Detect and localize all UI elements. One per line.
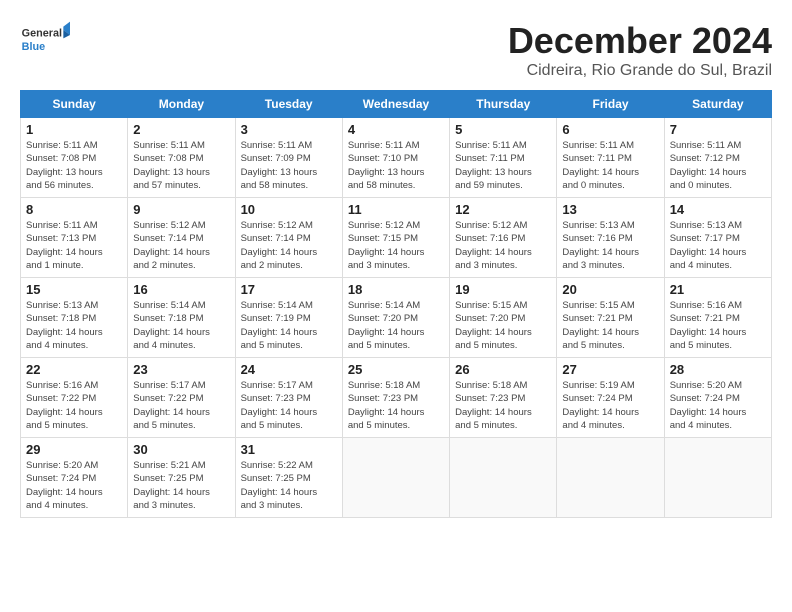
calendar-table: SundayMondayTuesdayWednesdayThursdayFrid… <box>20 90 772 518</box>
table-row: 15Sunrise: 5:13 AMSunset: 7:18 PMDayligh… <box>21 278 128 358</box>
table-row: 27Sunrise: 5:19 AMSunset: 7:24 PMDayligh… <box>557 358 664 438</box>
calendar-week-0: 1Sunrise: 5:11 AMSunset: 7:08 PMDaylight… <box>21 118 772 198</box>
calendar-week-4: 29Sunrise: 5:20 AMSunset: 7:24 PMDayligh… <box>21 438 772 518</box>
table-row <box>557 438 664 518</box>
table-row: 16Sunrise: 5:14 AMSunset: 7:18 PMDayligh… <box>128 278 235 358</box>
table-row: 13Sunrise: 5:13 AMSunset: 7:16 PMDayligh… <box>557 198 664 278</box>
table-row: 9Sunrise: 5:12 AMSunset: 7:14 PMDaylight… <box>128 198 235 278</box>
table-row: 14Sunrise: 5:13 AMSunset: 7:17 PMDayligh… <box>664 198 771 278</box>
page-header: General Blue December 2024 Cidreira, Rio… <box>20 20 772 80</box>
table-row: 24Sunrise: 5:17 AMSunset: 7:23 PMDayligh… <box>235 358 342 438</box>
table-row: 26Sunrise: 5:18 AMSunset: 7:23 PMDayligh… <box>450 358 557 438</box>
table-row: 18Sunrise: 5:14 AMSunset: 7:20 PMDayligh… <box>342 278 449 358</box>
location: Cidreira, Rio Grande do Sul, Brazil <box>508 62 772 80</box>
calendar-week-1: 8Sunrise: 5:11 AMSunset: 7:13 PMDaylight… <box>21 198 772 278</box>
table-row: 29Sunrise: 5:20 AMSunset: 7:24 PMDayligh… <box>21 438 128 518</box>
table-row: 12Sunrise: 5:12 AMSunset: 7:16 PMDayligh… <box>450 198 557 278</box>
day-header-thursday: Thursday <box>450 91 557 118</box>
table-row: 23Sunrise: 5:17 AMSunset: 7:22 PMDayligh… <box>128 358 235 438</box>
day-header-saturday: Saturday <box>664 91 771 118</box>
table-row: 8Sunrise: 5:11 AMSunset: 7:13 PMDaylight… <box>21 198 128 278</box>
table-row: 3Sunrise: 5:11 AMSunset: 7:09 PMDaylight… <box>235 118 342 198</box>
day-header-friday: Friday <box>557 91 664 118</box>
table-row: 7Sunrise: 5:11 AMSunset: 7:12 PMDaylight… <box>664 118 771 198</box>
svg-text:General: General <box>22 28 62 40</box>
table-row: 17Sunrise: 5:14 AMSunset: 7:19 PMDayligh… <box>235 278 342 358</box>
table-row <box>664 438 771 518</box>
month-title: December 2024 <box>508 20 772 62</box>
table-row: 31Sunrise: 5:22 AMSunset: 7:25 PMDayligh… <box>235 438 342 518</box>
table-row: 4Sunrise: 5:11 AMSunset: 7:10 PMDaylight… <box>342 118 449 198</box>
table-row: 2Sunrise: 5:11 AMSunset: 7:08 PMDaylight… <box>128 118 235 198</box>
table-row: 6Sunrise: 5:11 AMSunset: 7:11 PMDaylight… <box>557 118 664 198</box>
calendar-week-2: 15Sunrise: 5:13 AMSunset: 7:18 PMDayligh… <box>21 278 772 358</box>
title-section: December 2024 Cidreira, Rio Grande do Su… <box>508 20 772 80</box>
table-row: 22Sunrise: 5:16 AMSunset: 7:22 PMDayligh… <box>21 358 128 438</box>
day-header-wednesday: Wednesday <box>342 91 449 118</box>
table-row: 5Sunrise: 5:11 AMSunset: 7:11 PMDaylight… <box>450 118 557 198</box>
table-row <box>450 438 557 518</box>
table-row: 1Sunrise: 5:11 AMSunset: 7:08 PMDaylight… <box>21 118 128 198</box>
calendar-week-3: 22Sunrise: 5:16 AMSunset: 7:22 PMDayligh… <box>21 358 772 438</box>
table-row: 19Sunrise: 5:15 AMSunset: 7:20 PMDayligh… <box>450 278 557 358</box>
svg-text:Blue: Blue <box>22 41 45 53</box>
logo: General Blue <box>20 20 74 60</box>
table-row <box>342 438 449 518</box>
table-row: 11Sunrise: 5:12 AMSunset: 7:15 PMDayligh… <box>342 198 449 278</box>
day-header-monday: Monday <box>128 91 235 118</box>
table-row: 10Sunrise: 5:12 AMSunset: 7:14 PMDayligh… <box>235 198 342 278</box>
day-header-tuesday: Tuesday <box>235 91 342 118</box>
header-row: SundayMondayTuesdayWednesdayThursdayFrid… <box>21 91 772 118</box>
day-header-sunday: Sunday <box>21 91 128 118</box>
table-row: 28Sunrise: 5:20 AMSunset: 7:24 PMDayligh… <box>664 358 771 438</box>
table-row: 20Sunrise: 5:15 AMSunset: 7:21 PMDayligh… <box>557 278 664 358</box>
table-row: 21Sunrise: 5:16 AMSunset: 7:21 PMDayligh… <box>664 278 771 358</box>
table-row: 30Sunrise: 5:21 AMSunset: 7:25 PMDayligh… <box>128 438 235 518</box>
table-row: 25Sunrise: 5:18 AMSunset: 7:23 PMDayligh… <box>342 358 449 438</box>
